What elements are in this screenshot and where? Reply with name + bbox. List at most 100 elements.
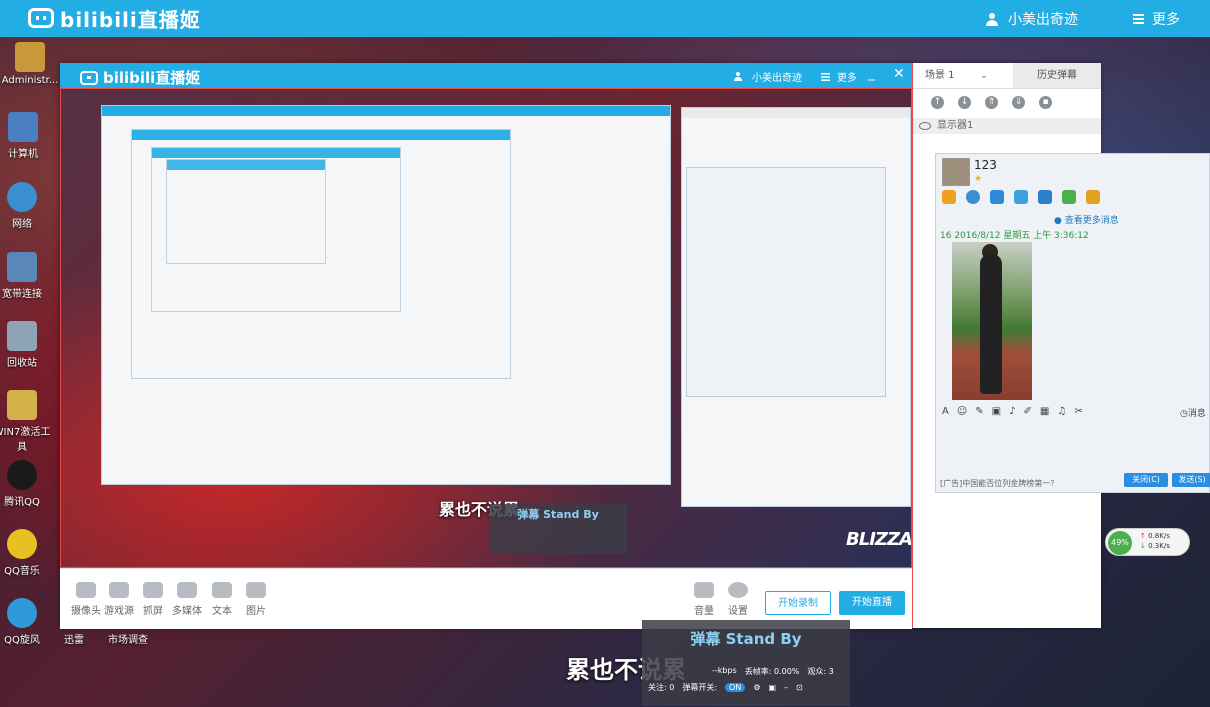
desktop-icon-broadband[interactable]: 宽带连接 (0, 252, 52, 300)
window-user-menu[interactable]: 小美出奇迹 (732, 69, 802, 84)
toolbar-label: 游戏源 (104, 606, 134, 617)
nested-title-bar (152, 148, 400, 158)
eye-icon[interactable] (919, 122, 931, 130)
danmaku-stats: --kbps 丢帧率: 0.00% 观众: 3 (642, 666, 850, 677)
desktop-icon-label: QQ旋风 (4, 635, 40, 646)
desktop-icon-network[interactable]: 网络 (0, 182, 52, 230)
message-record-label: 消息 (1187, 409, 1206, 419)
gamepad-icon (109, 582, 129, 598)
chat-contact-name: 123 (974, 158, 997, 172)
viewer-count: 观众: 3 (807, 667, 834, 676)
tv-logo-icon (80, 70, 98, 85)
close-button[interactable]: ✕ (893, 66, 905, 82)
cpu-percent: 49% (1108, 531, 1132, 555)
follow-count: 关注: 0 (648, 683, 675, 692)
move-up-icon[interactable]: ↑ (931, 96, 944, 109)
scissors-icon[interactable]: ✂ (1074, 406, 1082, 417)
more-menu[interactable]: 更多 (1133, 9, 1180, 29)
gear-icon[interactable]: ⚙ (753, 683, 760, 692)
tab-scene-1[interactable]: 场景 1 ⌄ (913, 63, 1013, 88)
music-icon[interactable]: ♫ (1057, 406, 1066, 417)
screenshot-icon[interactable]: ▣ (992, 406, 1001, 417)
lock-icon[interactable]: ▣ (768, 683, 776, 692)
user-menu[interactable]: 小美出奇迹 (986, 9, 1078, 29)
file-transfer-icon[interactable] (1014, 190, 1028, 204)
down-arrow-icon: ↓ (1140, 542, 1146, 550)
emoji-icon[interactable]: ☺ (957, 406, 967, 417)
delete-icon[interactable]: ▪ (1039, 96, 1052, 109)
edit-icon[interactable]: ✐ (1024, 406, 1032, 417)
move-top-icon[interactable]: ⇑ (985, 96, 998, 109)
start-live-button[interactable]: 开始直播 (839, 591, 905, 615)
start-record-button[interactable]: 开始录制 (765, 591, 831, 615)
source-item-monitor[interactable]: 显示器1 (913, 118, 1101, 134)
minimize-button[interactable]: _ (868, 65, 875, 81)
media-button[interactable]: 多媒体 (167, 582, 207, 617)
chat-toolbar (942, 190, 1100, 204)
danmaku-widget: 弹幕 Stand By --kbps 丢帧率: 0.00% 观众: 3 关注: … (642, 620, 850, 706)
font-icon[interactable]: A (942, 406, 949, 417)
add-icon[interactable] (1062, 190, 1076, 204)
message-record-button[interactable]: ◷消息 (1180, 406, 1206, 419)
history-link-text: 查看更多消息 (1064, 216, 1119, 226)
qq-chat-window: 123 ★ ● 查看更多消息 16 2016/8/12 星期五 上午 3:36:… (935, 153, 1210, 493)
chat-ad-text[interactable]: [广告]中国能否位列金牌榜第一？ (940, 478, 1058, 489)
danmaku-title: 弹幕 Stand By (690, 630, 802, 648)
window-more-label: 更多 (837, 73, 857, 84)
desktop-icon-administrator[interactable]: Administr... (0, 42, 60, 86)
move-bottom-icon[interactable]: ⇓ (1012, 96, 1025, 109)
chat-send-button[interactable]: 发送(S) (1172, 473, 1210, 487)
avatar (942, 158, 970, 186)
window-logo-text: bilibili直播姬 (103, 69, 201, 87)
voice-call-icon[interactable] (942, 190, 956, 204)
nested-danmaku-widget: 弹幕 Stand By (489, 504, 627, 554)
folder-icon (15, 42, 45, 72)
shake-icon[interactable]: ✎ (975, 406, 983, 417)
message-photo[interactable] (952, 242, 1032, 400)
desktop-icon-qq-whirlwind[interactable]: QQ旋风 (0, 598, 52, 646)
image-button[interactable]: 图片 (236, 582, 276, 617)
window-more-menu[interactable]: 更多 (820, 69, 857, 84)
remote-desktop-icon[interactable] (1038, 190, 1052, 204)
video-call-icon[interactable] (966, 190, 980, 204)
mic-icon[interactable]: ♪ (1009, 406, 1015, 417)
desktop-icon-recycle-bin[interactable]: 回收站 (0, 321, 52, 369)
qq-penguin-icon (7, 460, 37, 490)
tab-history-label: 历史弹幕 (1037, 70, 1077, 81)
tab-history-danmaku[interactable]: 历史弹幕 (1013, 63, 1101, 88)
desktop-icon-label: 回收站 (7, 358, 37, 369)
toolbar-label: 文本 (212, 606, 232, 617)
music-icon (7, 529, 37, 559)
apps-icon[interactable] (1086, 190, 1100, 204)
toolbar-label: 抓屏 (143, 606, 163, 617)
blizzard-logo: BLIZZARD (846, 529, 912, 550)
chat-close-button[interactable]: 关闭(C) (1124, 473, 1168, 487)
desktop-icon-label: 计算机 (8, 149, 38, 160)
pin-icon[interactable]: ⊡ (796, 683, 803, 692)
speaker-icon (694, 582, 714, 598)
move-down-icon[interactable]: ↓ (958, 96, 971, 109)
danmaku-toggle[interactable]: ON (725, 683, 746, 692)
desktop-icon-qq-music[interactable]: QQ音乐 (0, 529, 52, 577)
image-icon (246, 582, 266, 598)
toolbar-label: 音量 (694, 606, 714, 617)
desktop-icon-qq[interactable]: 腾讯QQ (0, 460, 52, 508)
menu-icon (821, 72, 830, 81)
desktop-icon-label: 腾讯QQ (4, 497, 40, 508)
app-logo-text: bilibili直播姬 (60, 7, 201, 32)
picture-icon[interactable]: ▦ (1040, 406, 1049, 417)
toolbar-label: 设置 (728, 606, 748, 617)
screen-share-icon[interactable] (990, 190, 1004, 204)
folder-icon (7, 390, 37, 420)
desktop-icon-label: Administr... (1, 75, 59, 86)
chevron-down-icon[interactable]: ⌄ (980, 70, 988, 81)
view-more-messages-link[interactable]: ● 查看更多消息 (1054, 213, 1119, 226)
settings-button[interactable]: 设置 (718, 582, 758, 617)
desktop-icon-win7-activator[interactable]: WIN7激活工具 (0, 390, 51, 453)
minimize-icon[interactable]: – (784, 683, 788, 692)
toolbar-label: 摄像头 (71, 606, 101, 617)
frame-loss-value: 丢帧率: 0.00% (744, 667, 800, 676)
desktop-icon-label: 市场调查 (108, 635, 148, 646)
computer-icon (8, 112, 38, 142)
desktop-icon-computer[interactable]: 计算机 (0, 112, 53, 160)
